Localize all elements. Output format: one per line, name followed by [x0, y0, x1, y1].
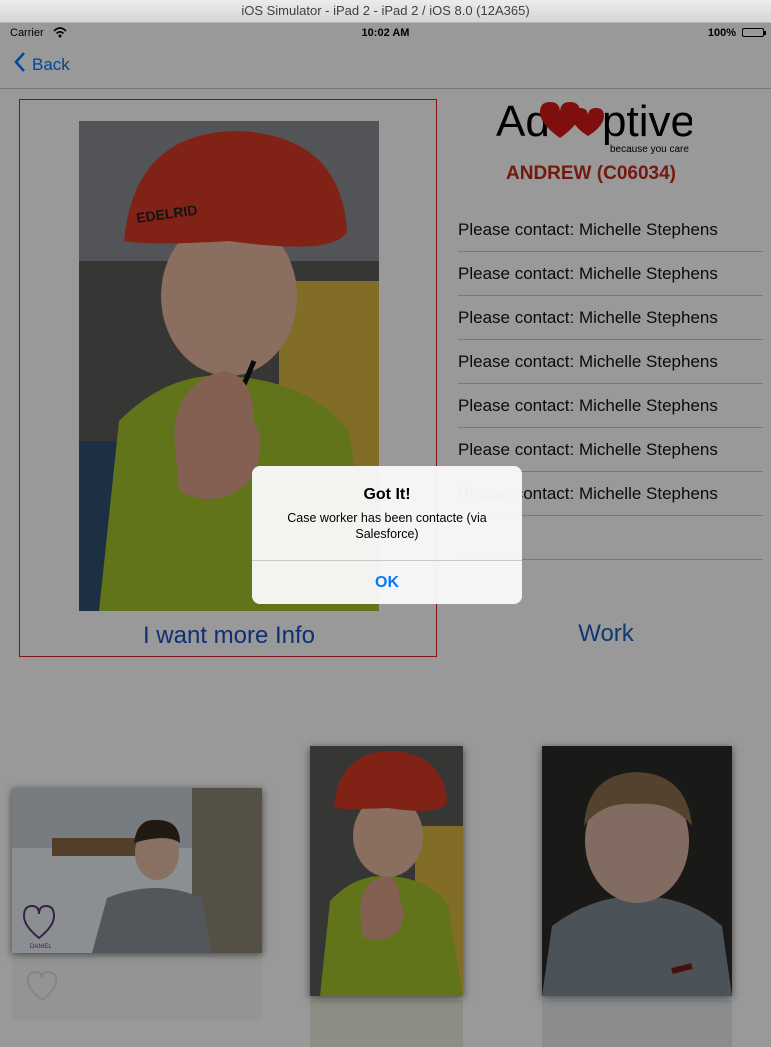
window-title: iOS Simulator - iPad 2 - iPad 2 / iOS 8.…: [241, 3, 530, 18]
simulator-title-bar: iOS Simulator - iPad 2 - iPad 2 / iOS 8.…: [0, 0, 771, 23]
alert-dialog: Got It! Case worker has been contacte (v…: [252, 466, 522, 604]
alert-message: Case worker has been contacte (via Sales…: [287, 511, 487, 541]
alert-ok-button[interactable]: OK: [252, 561, 522, 604]
alert-title: Got It!: [363, 486, 411, 503]
